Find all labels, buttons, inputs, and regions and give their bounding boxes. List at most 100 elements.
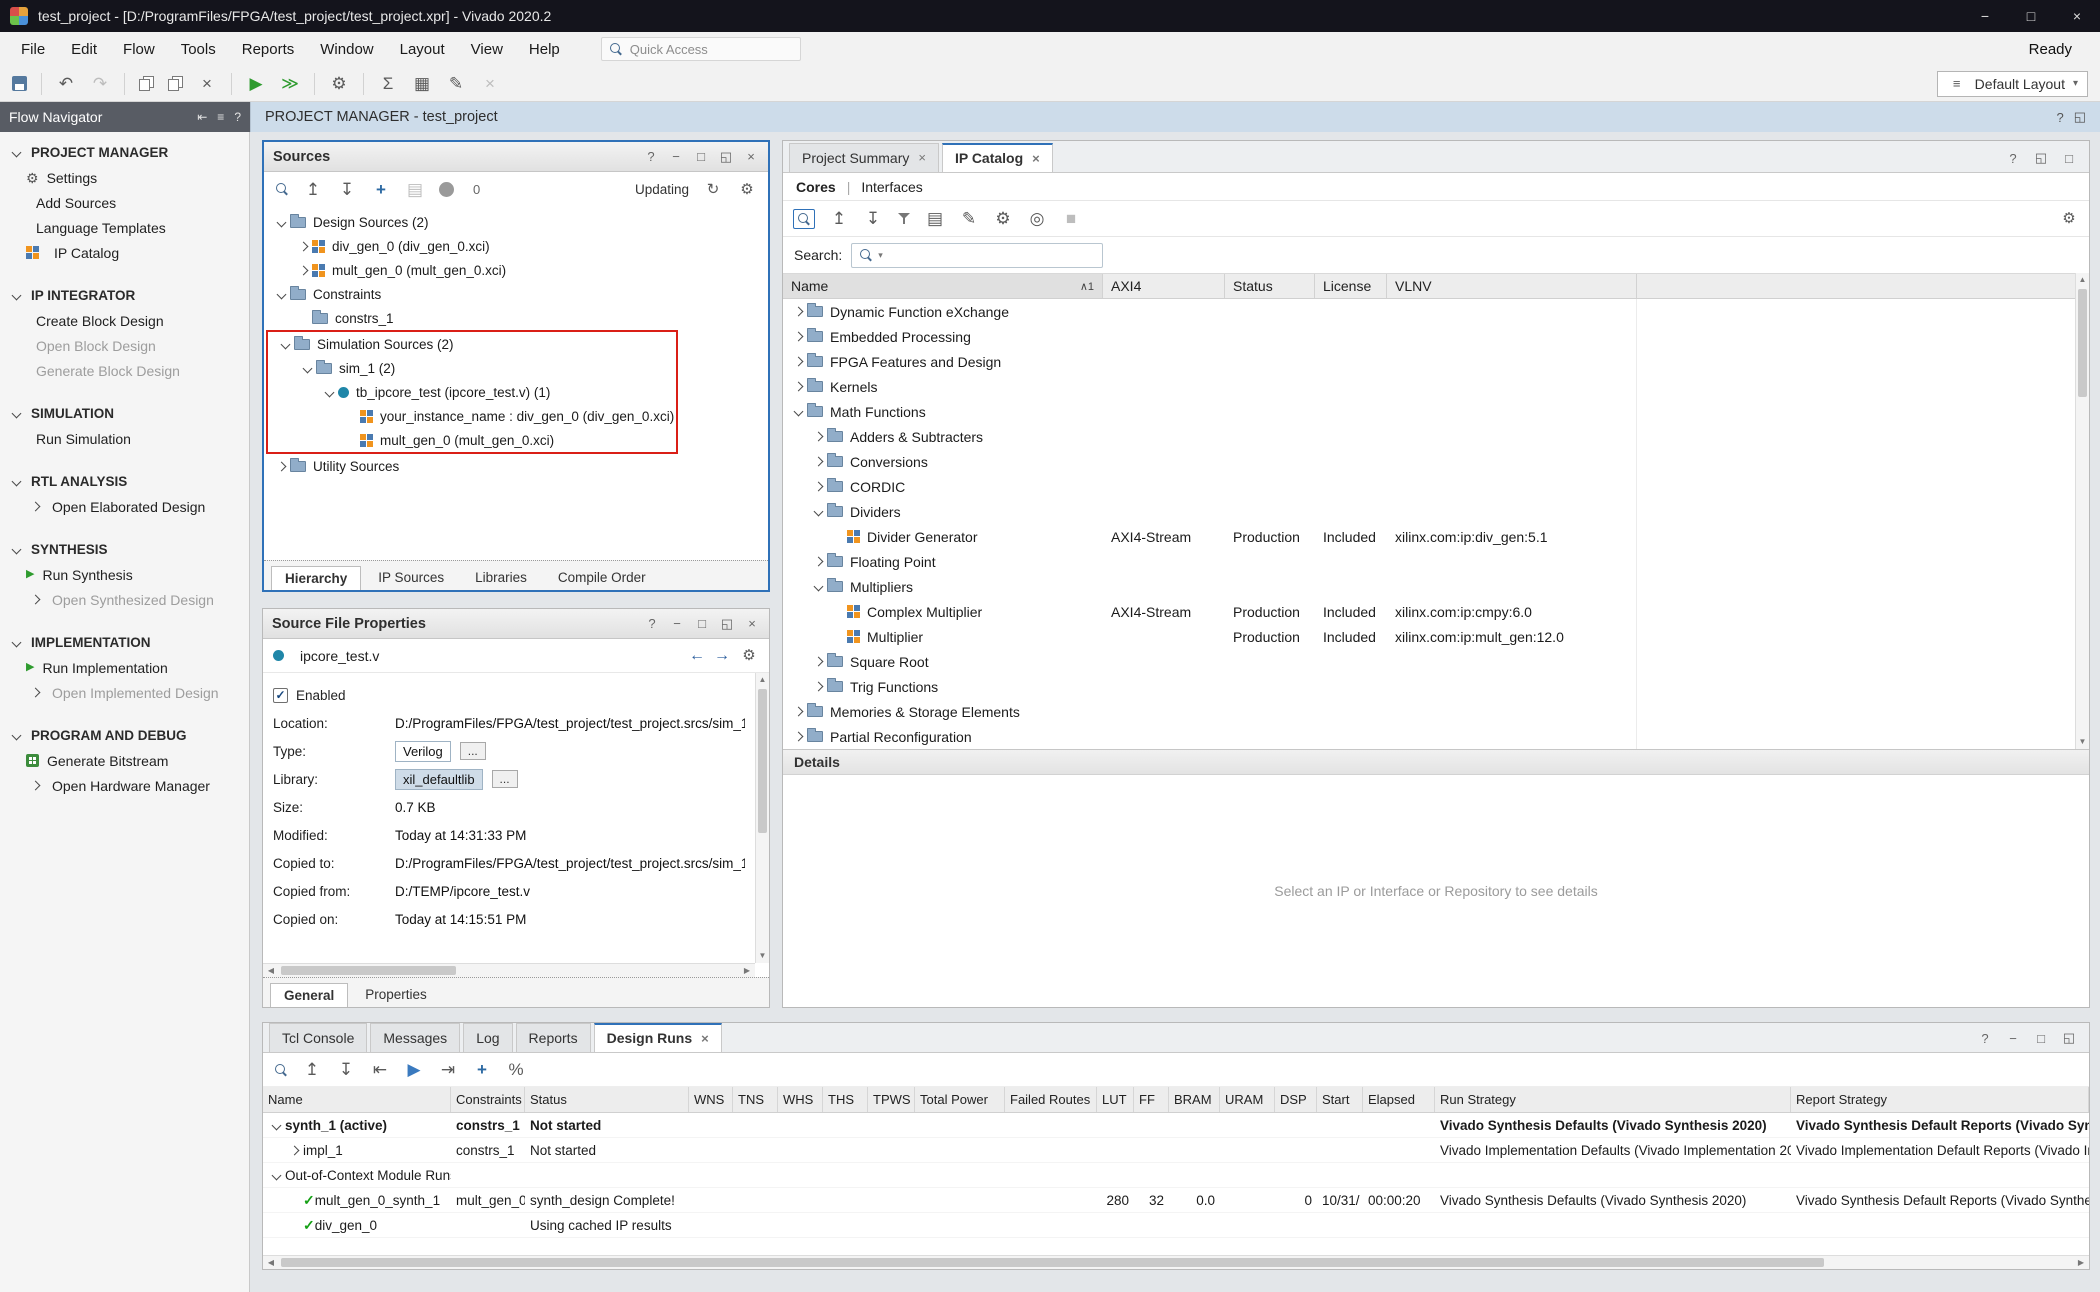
scroll-down-icon[interactable]: ▼ xyxy=(759,949,767,963)
search-icon[interactable] xyxy=(274,1063,288,1077)
ip-row-kernels[interactable]: Kernels xyxy=(783,374,2089,399)
bottom-tab-messages[interactable]: Messages xyxy=(370,1023,460,1052)
flow-item-language-templates[interactable]: Language Templates xyxy=(0,215,249,240)
redo-icon[interactable]: ↷ xyxy=(90,75,110,92)
bottom-tab-log[interactable]: Log xyxy=(463,1023,512,1052)
chevron-collapsed-icon[interactable] xyxy=(809,478,827,496)
library-input[interactable]: xil_defaultlib xyxy=(395,769,483,790)
resource-estimates-icon[interactable]: % xyxy=(506,1061,526,1078)
horizontal-scrollbar[interactable]: ◀ ▶ xyxy=(263,1255,2089,1269)
paste-icon[interactable] xyxy=(168,76,183,91)
source-tree-item-tb-ipcore-test-ipcore-test-v-1[interactable]: tb_ipcore_test (ipcore_test.v) (1) xyxy=(268,380,676,404)
sources-panel-header[interactable]: Sources ? − □ ◱ × xyxy=(264,142,768,172)
ip-row-embedded-processing[interactable]: Embedded Processing xyxy=(783,324,2089,349)
chevron-expanded-icon[interactable] xyxy=(272,285,290,303)
properties-panel-header[interactable]: Source File Properties ? − □ ◱ × xyxy=(263,609,769,639)
chevron-expanded-icon[interactable] xyxy=(789,403,807,421)
copy-icon[interactable] xyxy=(139,76,154,91)
bottom-tab-design-runs[interactable]: Design Runs× xyxy=(594,1023,722,1052)
ip-row-partial-reconfiguration[interactable]: Partial Reconfiguration xyxy=(783,724,2089,749)
help-icon[interactable]: ? xyxy=(643,149,659,164)
close-icon[interactable]: × xyxy=(743,149,759,164)
expand-all-icon[interactable]: ↧ xyxy=(336,1061,356,1078)
menu-reports[interactable]: Reports xyxy=(229,32,308,66)
delete-icon[interactable]: × xyxy=(197,75,217,92)
ip-row-dividers[interactable]: Dividers xyxy=(783,499,2089,524)
run-row-div-gen-0[interactable]: ✓div_gen_0Using cached IP results xyxy=(263,1213,2089,1238)
chevron-collapsed-icon[interactable] xyxy=(294,261,312,279)
ip-settings-icon[interactable]: ⚙ xyxy=(993,210,1013,227)
column-header-status[interactable]: Status xyxy=(525,1087,689,1112)
flow-item-run-implementation[interactable]: ▶Run Implementation xyxy=(0,655,249,680)
chevron-expanded-icon[interactable] xyxy=(7,541,25,559)
source-tree-item-mult-gen-0-mult-gen-0-xci[interactable]: mult_gen_0 (mult_gen_0.xci) xyxy=(264,258,768,282)
minimize-icon[interactable]: − xyxy=(668,149,684,164)
column-header-constraints[interactable]: Constraints xyxy=(451,1087,525,1112)
minimize-window-button[interactable]: − xyxy=(1962,0,2008,32)
sources-tab-hierarchy[interactable]: Hierarchy xyxy=(271,566,361,590)
flow-item-open-hardware-manager[interactable]: Open Hardware Manager xyxy=(0,773,249,798)
chevron-expanded-icon[interactable] xyxy=(276,335,294,353)
run-row-out-of-context-module-runs[interactable]: Out-of-Context Module Runs xyxy=(263,1163,2089,1188)
details-toggle-icon[interactable]: ■ xyxy=(1061,210,1081,227)
menu-tools[interactable]: Tools xyxy=(168,32,229,66)
help-icon[interactable]: ? xyxy=(2056,110,2063,125)
add-sources-icon[interactable]: + xyxy=(371,181,391,198)
search-icon[interactable] xyxy=(797,212,811,226)
column-header-axi4[interactable]: AXI4 xyxy=(1103,274,1225,298)
scroll-right-icon[interactable]: ▶ xyxy=(739,966,755,975)
document-tab-ip-catalog[interactable]: IP Catalog× xyxy=(942,143,1053,172)
menu-icon[interactable]: ≡ xyxy=(217,110,224,124)
sources-tab-libraries[interactable]: Libraries xyxy=(461,565,541,590)
flow-section-header-rtl-analysis[interactable]: RTL ANALYSIS xyxy=(0,469,249,494)
chevron-expanded-icon[interactable] xyxy=(809,578,827,596)
float-icon[interactable]: ◱ xyxy=(718,149,734,165)
column-header-total-power[interactable]: Total Power xyxy=(915,1087,1005,1112)
run-row-synth-1-active[interactable]: synth_1 (active)constrs_1Not startedViva… xyxy=(263,1113,2089,1138)
menu-help[interactable]: Help xyxy=(516,32,573,66)
close-tab-icon[interactable]: × xyxy=(701,1031,709,1046)
catalog-search-input[interactable]: ▾ xyxy=(851,243,1103,268)
scroll-down-icon[interactable]: ▼ xyxy=(2079,735,2087,749)
column-header-tns[interactable]: TNS xyxy=(733,1087,778,1112)
source-tree-item-constraints[interactable]: Constraints xyxy=(264,282,768,306)
flow-item-run-simulation[interactable]: Run Simulation xyxy=(0,426,249,451)
menu-flow[interactable]: Flow xyxy=(110,32,168,66)
help-icon[interactable]: ? xyxy=(234,110,241,124)
create-runs-icon[interactable]: + xyxy=(472,1061,492,1078)
chevron-expanded-icon[interactable] xyxy=(7,473,25,491)
chevron-collapsed-icon[interactable] xyxy=(789,728,807,746)
column-header-uram[interactable]: URAM xyxy=(1220,1087,1275,1112)
flow-section-header-ip-integrator[interactable]: IP INTEGRATOR xyxy=(0,283,249,308)
edit-icon[interactable]: ✎ xyxy=(446,75,466,92)
flow-item-run-synthesis[interactable]: ▶Run Synthesis xyxy=(0,562,249,587)
back-icon[interactable]: ← xyxy=(689,647,705,665)
column-header-ths[interactable]: THS xyxy=(823,1087,868,1112)
minimize-icon[interactable]: − xyxy=(2005,1031,2021,1046)
chevron-collapsed-icon[interactable] xyxy=(789,353,807,371)
scroll-left-icon[interactable]: ◀ xyxy=(263,966,279,975)
column-header-dsp[interactable]: DSP xyxy=(1275,1087,1317,1112)
help-icon[interactable]: ? xyxy=(1977,1031,1993,1046)
properties-tab-general[interactable]: General xyxy=(270,983,348,1007)
ip-row-trig-functions[interactable]: Trig Functions xyxy=(783,674,2089,699)
search-tool[interactable] xyxy=(793,209,815,229)
chevron-collapsed-icon[interactable] xyxy=(809,428,827,446)
customize-ip-icon[interactable]: ✎ xyxy=(959,210,979,227)
chevron-expanded-icon[interactable] xyxy=(7,144,25,162)
dashboard-icon[interactable]: ▦ xyxy=(412,75,432,92)
sources-settings-icon[interactable]: ⚙ xyxy=(737,182,757,197)
run-row-mult-gen-0-synth-1[interactable]: ✓mult_gen_0_synth_1mult_gen_0synth_desig… xyxy=(263,1188,2089,1213)
chevron-expanded-icon[interactable] xyxy=(809,503,827,521)
menu-edit[interactable]: Edit xyxy=(58,32,110,66)
column-header-ff[interactable]: FF xyxy=(1134,1087,1169,1112)
vertical-scrollbar[interactable]: ▲ ▼ xyxy=(755,673,769,963)
bottom-tab-tcl-console[interactable]: Tcl Console xyxy=(269,1023,367,1052)
source-tree-item-div-gen-0-div-gen-0-xci[interactable]: div_gen_0 (div_gen_0.xci) xyxy=(264,234,768,258)
vertical-scrollbar[interactable]: ▲ ▼ xyxy=(2075,273,2089,749)
properties-tab-properties[interactable]: Properties xyxy=(351,982,441,1007)
help-icon[interactable]: ? xyxy=(644,616,660,631)
run-icon[interactable]: ▶ xyxy=(246,75,266,92)
close-icon[interactable]: × xyxy=(744,616,760,631)
maximize-icon[interactable]: □ xyxy=(694,616,710,631)
